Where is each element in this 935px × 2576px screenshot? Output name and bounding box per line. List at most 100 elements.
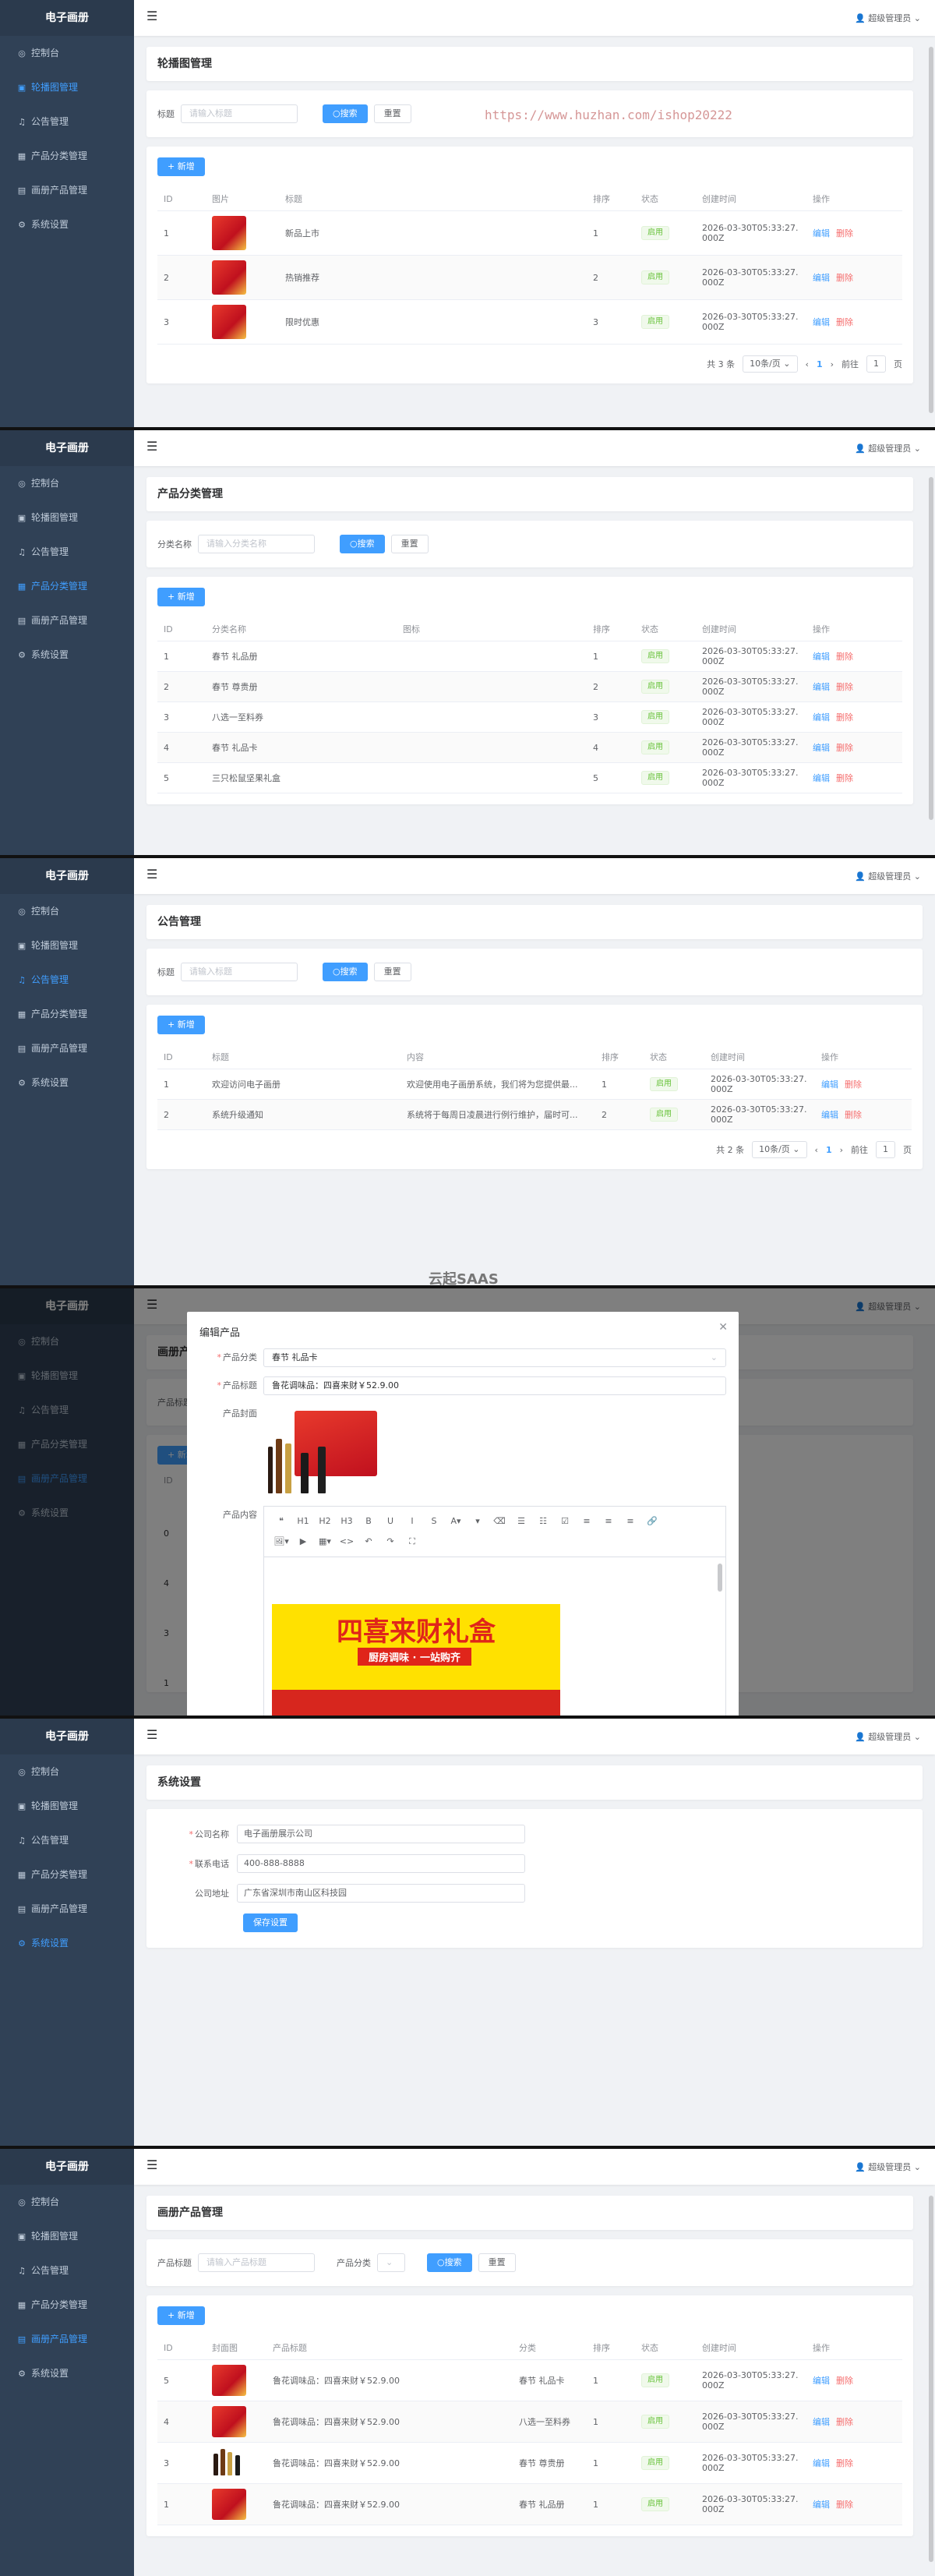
delete-link[interactable]: 删除 — [836, 652, 853, 662]
menu-item-category[interactable]: ▦ 产品分类管理 — [0, 139, 134, 173]
company-name-input[interactable]: 电子画册展示公司 — [237, 1825, 525, 1843]
search-input[interactable]: 请输入标题 — [181, 963, 298, 981]
delete-link[interactable]: 删除 — [836, 273, 853, 283]
delete-link[interactable]: 删除 — [836, 2417, 853, 2427]
reset-button[interactable]: 重置 — [478, 2253, 516, 2272]
edit-link[interactable]: 编辑 — [813, 228, 830, 239]
add-button[interactable]: + 新增 — [157, 588, 205, 606]
search-button[interactable]: ○搜索 — [427, 2253, 472, 2272]
editor-scrollbar[interactable] — [718, 1564, 722, 1592]
menu-item-dashboard[interactable]: ◎ 控制台 — [0, 36, 134, 70]
menu-item-dashboard[interactable]: ◎ 控制台 — [0, 1754, 134, 1789]
add-button[interactable]: + 新增 — [157, 1016, 205, 1034]
delete-link[interactable]: 删除 — [836, 712, 853, 723]
goto-input[interactable]: 1 — [876, 1141, 895, 1158]
category-filter-select[interactable]: ⌄ — [377, 2253, 405, 2272]
hamburger-icon[interactable]: ☰ — [146, 2157, 157, 2172]
edit-link[interactable]: 编辑 — [813, 652, 830, 662]
align-center-icon[interactable]: ≡ — [598, 1511, 619, 1532]
search-button[interactable]: ○搜索 — [323, 963, 368, 981]
scrollbar[interactable] — [929, 2196, 933, 2562]
search-button[interactable]: ○搜索 — [323, 104, 368, 123]
delete-link[interactable]: 删除 — [836, 228, 853, 239]
h1-icon[interactable]: H1 — [292, 1511, 314, 1532]
menu-item-notice[interactable]: ♫ 公告管理 — [0, 535, 134, 569]
page-number[interactable]: 1 — [826, 1145, 832, 1155]
menu-item-carousel[interactable]: ▣ 轮播图管理 — [0, 500, 134, 535]
page-size-select[interactable]: 10条/页 ⌄ — [752, 1141, 807, 1158]
edit-link[interactable]: 编辑 — [813, 2417, 830, 2427]
save-settings-button[interactable]: 保存设置 — [243, 1913, 298, 1932]
fullscreen-icon[interactable]: ⛶ — [401, 1532, 423, 1552]
hamburger-icon[interactable]: ☰ — [146, 867, 157, 882]
edit-link[interactable]: 编辑 — [821, 1110, 838, 1120]
user-menu[interactable]: 👤 超级管理员 ⌄ — [855, 1730, 921, 1743]
menu-item-settings[interactable]: ⚙ 系统设置 — [0, 2356, 134, 2390]
menu-item-notice[interactable]: ♫ 公告管理 — [0, 963, 134, 997]
search-input[interactable]: 请输入标题 — [181, 104, 298, 123]
scrollbar[interactable] — [929, 47, 933, 413]
hamburger-icon[interactable]: ☰ — [146, 1727, 157, 1742]
menu-item-category[interactable]: ▦ 产品分类管理 — [0, 1857, 134, 1892]
search-input[interactable]: 请输入分类名称 — [198, 535, 315, 553]
prev-page-icon[interactable]: ‹ — [806, 359, 809, 369]
delete-link[interactable]: 删除 — [836, 317, 853, 327]
bg-color-icon[interactable]: ▾ — [467, 1511, 489, 1532]
menu-item-dashboard[interactable]: ◎ 控制台 — [0, 2185, 134, 2219]
goto-input[interactable]: 1 — [866, 355, 886, 373]
menu-item-carousel[interactable]: ▣ 轮播图管理 — [0, 70, 134, 104]
page-size-select[interactable]: 10条/页 ⌄ — [743, 355, 798, 373]
font-color-icon[interactable]: A▾ — [445, 1511, 467, 1532]
delete-link[interactable]: 删除 — [836, 2500, 853, 2510]
menu-item-settings[interactable]: ⚙ 系统设置 — [0, 1065, 134, 1100]
bold-icon[interactable]: B — [358, 1511, 379, 1532]
menu-item-settings[interactable]: ⚙ 系统设置 — [0, 638, 134, 672]
add-button[interactable]: + 新增 — [157, 2306, 205, 2325]
title-input[interactable]: 鲁花调味品：四喜来财￥52.9.00 — [263, 1376, 726, 1395]
close-icon[interactable]: ✕ — [718, 1321, 728, 1334]
menu-item-products[interactable]: ▤ 画册产品管理 — [0, 1031, 134, 1065]
cover-image-upload[interactable] — [263, 1405, 380, 1496]
reset-button[interactable]: 重置 — [373, 104, 411, 123]
menu-item-dashboard[interactable]: ◎ 控制台 — [0, 894, 134, 928]
delete-link[interactable]: 删除 — [845, 1110, 862, 1120]
next-page-icon[interactable]: › — [831, 359, 834, 369]
delete-link[interactable]: 删除 — [836, 2458, 853, 2468]
category-select[interactable]: 春节 礼品卡 ⌄ — [263, 1348, 726, 1367]
link-icon[interactable]: 🔗 — [641, 1511, 663, 1532]
strike-icon[interactable]: S — [423, 1511, 445, 1532]
prev-page-icon[interactable]: ‹ — [815, 1145, 818, 1155]
scrollbar[interactable] — [929, 477, 933, 820]
edit-link[interactable]: 编辑 — [813, 2376, 830, 2386]
table-icon[interactable]: ▦▾ — [314, 1532, 336, 1552]
reset-button[interactable]: 重置 — [373, 963, 411, 981]
redo-icon[interactable]: ↷ — [379, 1532, 401, 1552]
user-menu[interactable]: 👤 超级管理员 ⌄ — [855, 2161, 921, 2173]
edit-link[interactable]: 编辑 — [813, 743, 830, 753]
menu-item-products[interactable]: ▤ 画册产品管理 — [0, 603, 134, 638]
edit-link[interactable]: 编辑 — [813, 317, 830, 327]
number-list-icon[interactable]: ☷ — [532, 1511, 554, 1532]
menu-item-products[interactable]: ▤ 画册产品管理 — [0, 1892, 134, 1926]
clear-format-icon[interactable]: ⌫ — [489, 1511, 510, 1532]
next-page-icon[interactable]: › — [840, 1145, 843, 1155]
align-right-icon[interactable]: ≡ — [619, 1511, 641, 1532]
edit-link[interactable]: 编辑 — [813, 773, 830, 783]
menu-item-products[interactable]: ▤ 画册产品管理 — [0, 173, 134, 207]
hamburger-icon[interactable]: ☰ — [146, 9, 157, 23]
image-icon[interactable]: 🖼▾ — [270, 1532, 292, 1552]
delete-link[interactable]: 删除 — [836, 2376, 853, 2386]
edit-link[interactable]: 编辑 — [813, 273, 830, 283]
menu-item-category[interactable]: ▦ 产品分类管理 — [0, 569, 134, 603]
delete-link[interactable]: 删除 — [836, 682, 853, 692]
edit-link[interactable]: 编辑 — [813, 712, 830, 723]
edit-link[interactable]: 编辑 — [813, 2458, 830, 2468]
user-menu[interactable]: 👤 超级管理员 ⌄ — [855, 442, 921, 454]
reset-button[interactable]: 重置 — [390, 535, 429, 553]
todo-icon[interactable]: ☑ — [554, 1511, 576, 1532]
underline-icon[interactable]: U — [379, 1511, 401, 1532]
page-number[interactable]: 1 — [817, 359, 823, 369]
menu-item-settings[interactable]: ⚙ 系统设置 — [0, 1926, 134, 1960]
menu-item-notice[interactable]: ♫ 公告管理 — [0, 104, 134, 139]
italic-icon[interactable]: I — [401, 1511, 423, 1532]
